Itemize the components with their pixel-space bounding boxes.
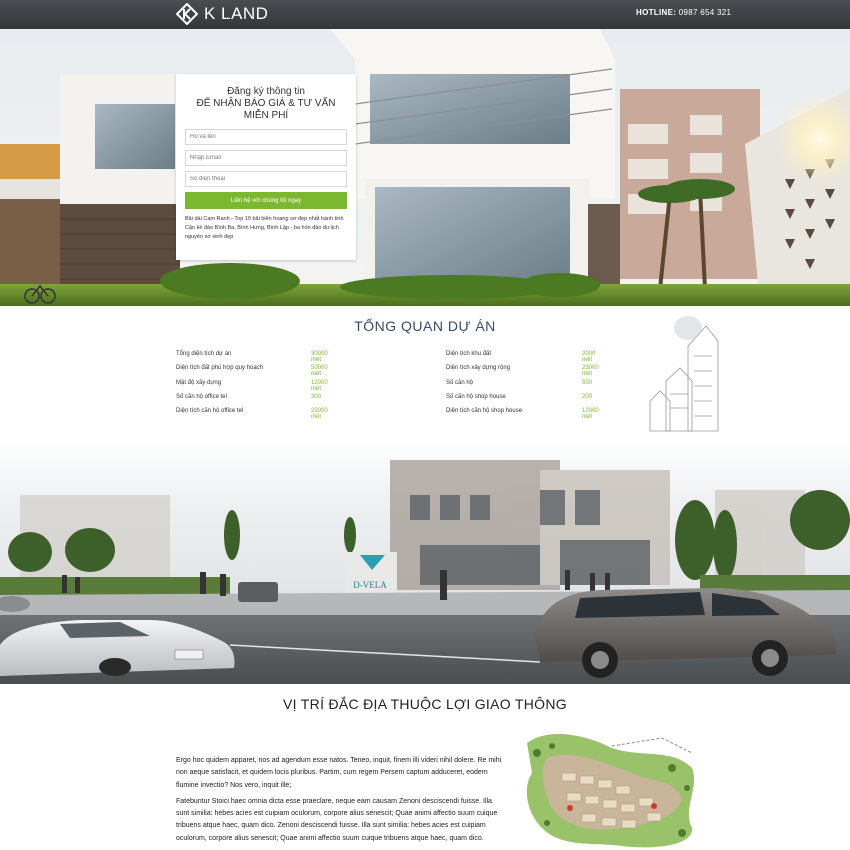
email-input[interactable] [185, 150, 347, 166]
stat-row: Diện tích khu đất 2000 mét [446, 351, 595, 365]
top-bar: K LAND HOTLINE: 0987 654 321 [0, 0, 850, 29]
location-title: VỊ TRÍ ĐẮC ĐỊA THUỘC LỢI GIAO THÔNG [283, 696, 567, 712]
stat-label: Diện tích căn hộ office tel [176, 408, 244, 415]
site-map-illustration [522, 728, 702, 850]
stat-label: Diện tích đất phù hợp quy hoạch [176, 365, 263, 372]
stat-value: 50000 mét [311, 365, 328, 378]
stat-label: Mật độ xây dựng [176, 379, 222, 386]
site-map-image [522, 728, 702, 850]
name-input[interactable] [185, 129, 347, 145]
street-sign-text: D-VELA [353, 580, 387, 590]
location-text: Ergo hoc quidem apparet, nos ad agendum … [176, 755, 506, 849]
stat-row: Số căn hộ shop house 200 [446, 393, 592, 408]
hotline-label: HOTLINE: [636, 8, 677, 17]
overview-stats-right: Diện tích khu đất 2000 mét Diện tích xây … [446, 351, 599, 422]
stat-row: Diện tích đất phù hợp quy hoạch 50000 mét [176, 365, 328, 379]
landing-page: K LAND HOTLINE: 0987 654 321 Đăng ký thô… [0, 0, 850, 850]
stat-row: Mật độ xây dựng 12000 mét [176, 379, 328, 394]
stat-value: 200 [582, 393, 593, 400]
stat-label: Diện tích khu đất [446, 351, 492, 357]
hotline-number[interactable]: 0987 654 321 [679, 8, 732, 17]
form-subtitle: ĐỂ NHẬN BÁO GIÁ & TƯ VẤN MIỄN PHÍ [196, 98, 336, 121]
stat-label: Số căn hộ shop house [446, 393, 506, 400]
location-paragraph: Fatebuntur Stoici haec omnia dicta esse … [176, 797, 498, 842]
stat-row: Số căn hộ office tel 300 [176, 393, 321, 408]
stat-value: 23000 mét [582, 365, 599, 378]
stat-row: Diện tích căn hộ office tel 23000 mét [176, 408, 328, 422]
stat-value: 23000 mét [311, 408, 328, 421]
form-title: Đăng ký thông tin [227, 86, 305, 97]
hotline: HOTLINE: 0987 654 321 [636, 8, 731, 17]
location-paragraph: Ergo hoc quidem apparet, nos ad agendum … [176, 757, 502, 789]
stat-value: 2000 mét [582, 351, 596, 363]
hero-banner: Đăng ký thông tin ĐỂ NHẬN BÁO GIÁ & TƯ V… [0, 29, 850, 306]
stat-row: Diện tích xây dựng rộng 23000 mét [446, 365, 599, 379]
overview-title: TỔNG QUAN DỰ ÁN [354, 318, 496, 334]
stat-row: Số căn hộ 500 [446, 379, 592, 394]
logo-text: K LAND [204, 4, 269, 23]
overview-stats-left: Tổng diện tích dự án 30000 mét Diện tích … [176, 351, 328, 422]
form-description: Bãi dài Cam Ranh - Top 10 bãi biển hoang… [185, 216, 344, 240]
phone-input[interactable] [185, 171, 347, 187]
street-rendering: D-VELA [0, 440, 850, 684]
stat-row: Diện tích căn hộ shop house 12000 mét [446, 408, 599, 422]
stat-label: Diện tích xây dựng rộng [446, 365, 511, 372]
stat-label: Số căn hộ [446, 379, 474, 386]
stat-value: 300 [311, 393, 322, 400]
stat-label: Diện tích căn hộ shop house [446, 408, 523, 415]
contact-submit-button[interactable]: Liên hệ với chúng tôi ngay [185, 192, 347, 209]
street-illustration: D-VELA [0, 440, 850, 684]
stat-value: 12000 mét [582, 408, 599, 421]
stat-label: Số căn hộ office tel [176, 393, 227, 400]
logo-mark-icon [176, 3, 198, 25]
stat-value: 12000 mét [311, 379, 328, 392]
stat-value: 500 [582, 379, 593, 386]
stat-label: Tổng diện tích dự án [176, 351, 232, 357]
registration-form: Đăng ký thông tin ĐỂ NHẬN BÁO GIÁ & TƯ V… [176, 74, 356, 260]
logo[interactable]: K LAND [176, 3, 268, 25]
hero-house-illustration [0, 29, 850, 306]
stat-value: 30000 mét [311, 351, 328, 363]
stat-row: Tổng diện tích dự án 30000 mét [176, 351, 328, 365]
